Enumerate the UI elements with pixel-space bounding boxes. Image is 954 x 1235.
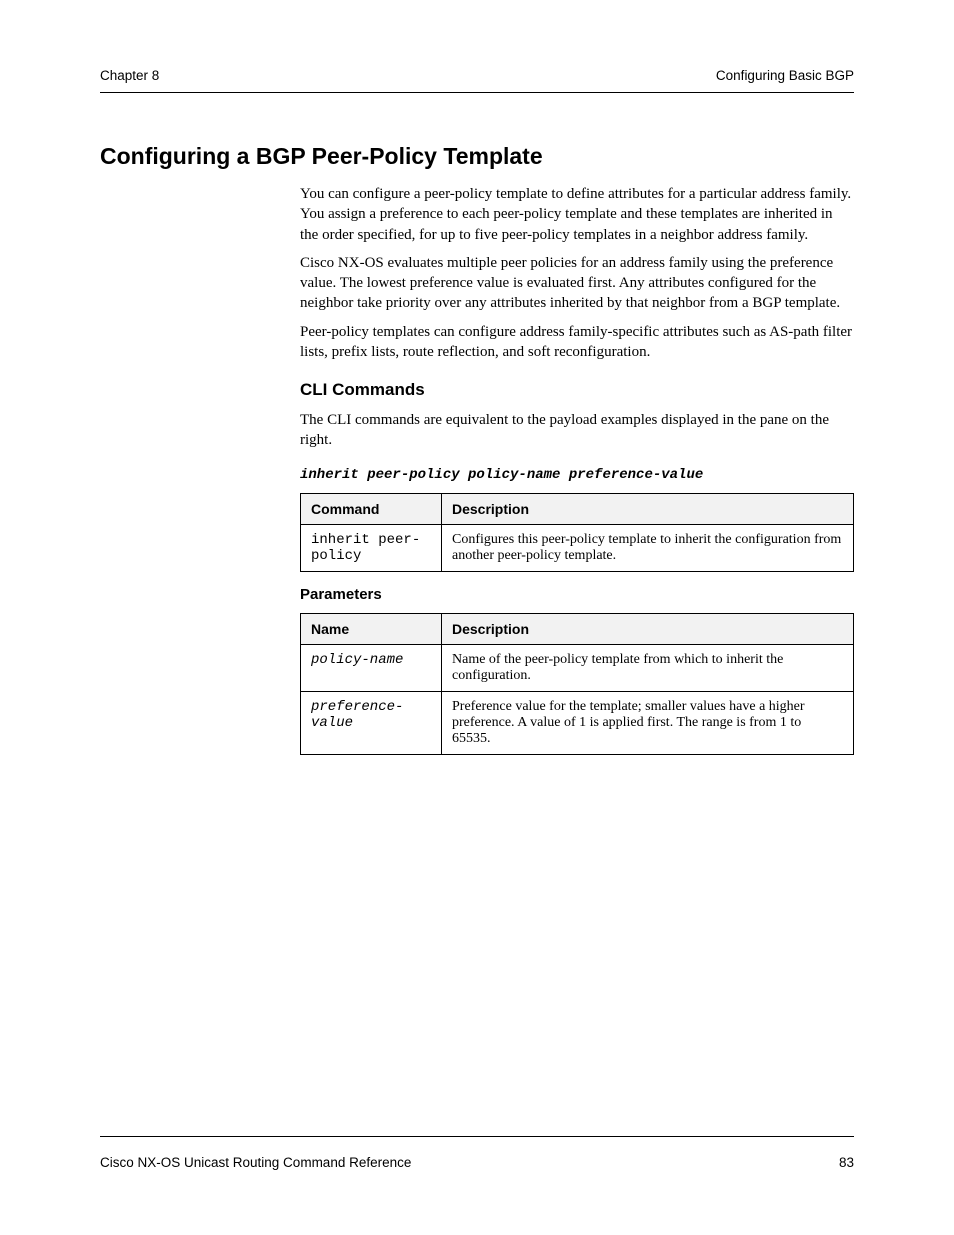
- footer-left: Cisco NX-OS Unicast Routing Command Refe…: [100, 1155, 411, 1170]
- table-cell-name: preference-value: [301, 691, 442, 754]
- inherit-command-heading: inherit peer-policy policy-name preferen…: [300, 465, 854, 483]
- parameters-table: Name Description policy-name Name of the…: [300, 613, 854, 755]
- section-title: Configuring a BGP Peer-Policy Template: [100, 143, 854, 170]
- header-rule: [100, 92, 854, 93]
- intro-paragraph-2: Cisco NX-OS evaluates multiple peer poli…: [300, 253, 854, 314]
- table-header-command: Command: [301, 493, 442, 524]
- command-description-table: Command Description inherit peer-policy …: [300, 493, 854, 572]
- cli-commands-heading: CLI Commands: [300, 380, 854, 400]
- table-header-name: Name: [301, 613, 442, 644]
- table-cell-command: inherit peer-policy: [301, 524, 442, 571]
- intro-paragraph-1: You can configure a peer-policy template…: [300, 184, 854, 245]
- table-cell-description: Name of the peer-policy template from wh…: [442, 644, 854, 691]
- intro-paragraph-3: Peer-policy templates can configure addr…: [300, 322, 854, 363]
- table-cell-description: Configures this peer-policy template to …: [442, 524, 854, 571]
- table-row: preference-value Preference value for th…: [301, 691, 854, 754]
- inherit-command-text: inherit peer-policy policy-name preferen…: [300, 467, 703, 483]
- table-header-row: Name Description: [301, 613, 854, 644]
- header-right: Configuring Basic BGP: [716, 68, 854, 83]
- table-header-description: Description: [442, 493, 854, 524]
- running-header: Chapter 8 Configuring Basic BGP: [100, 68, 854, 83]
- header-left: Chapter 8: [100, 68, 159, 83]
- table-row: inherit peer-policy Configures this peer…: [301, 524, 854, 571]
- table-row: policy-name Name of the peer-policy temp…: [301, 644, 854, 691]
- table-header-row: Command Description: [301, 493, 854, 524]
- footer-page-number: 83: [839, 1155, 854, 1170]
- cli-commands-intro: The CLI commands are equivalent to the p…: [300, 410, 854, 451]
- table-cell-name: policy-name: [301, 644, 442, 691]
- footer-rule: [100, 1136, 854, 1137]
- table-header-description: Description: [442, 613, 854, 644]
- parameters-heading: Parameters: [300, 586, 854, 603]
- table-cell-description: Preference value for the template; small…: [442, 691, 854, 754]
- running-footer: Cisco NX-OS Unicast Routing Command Refe…: [100, 1155, 854, 1170]
